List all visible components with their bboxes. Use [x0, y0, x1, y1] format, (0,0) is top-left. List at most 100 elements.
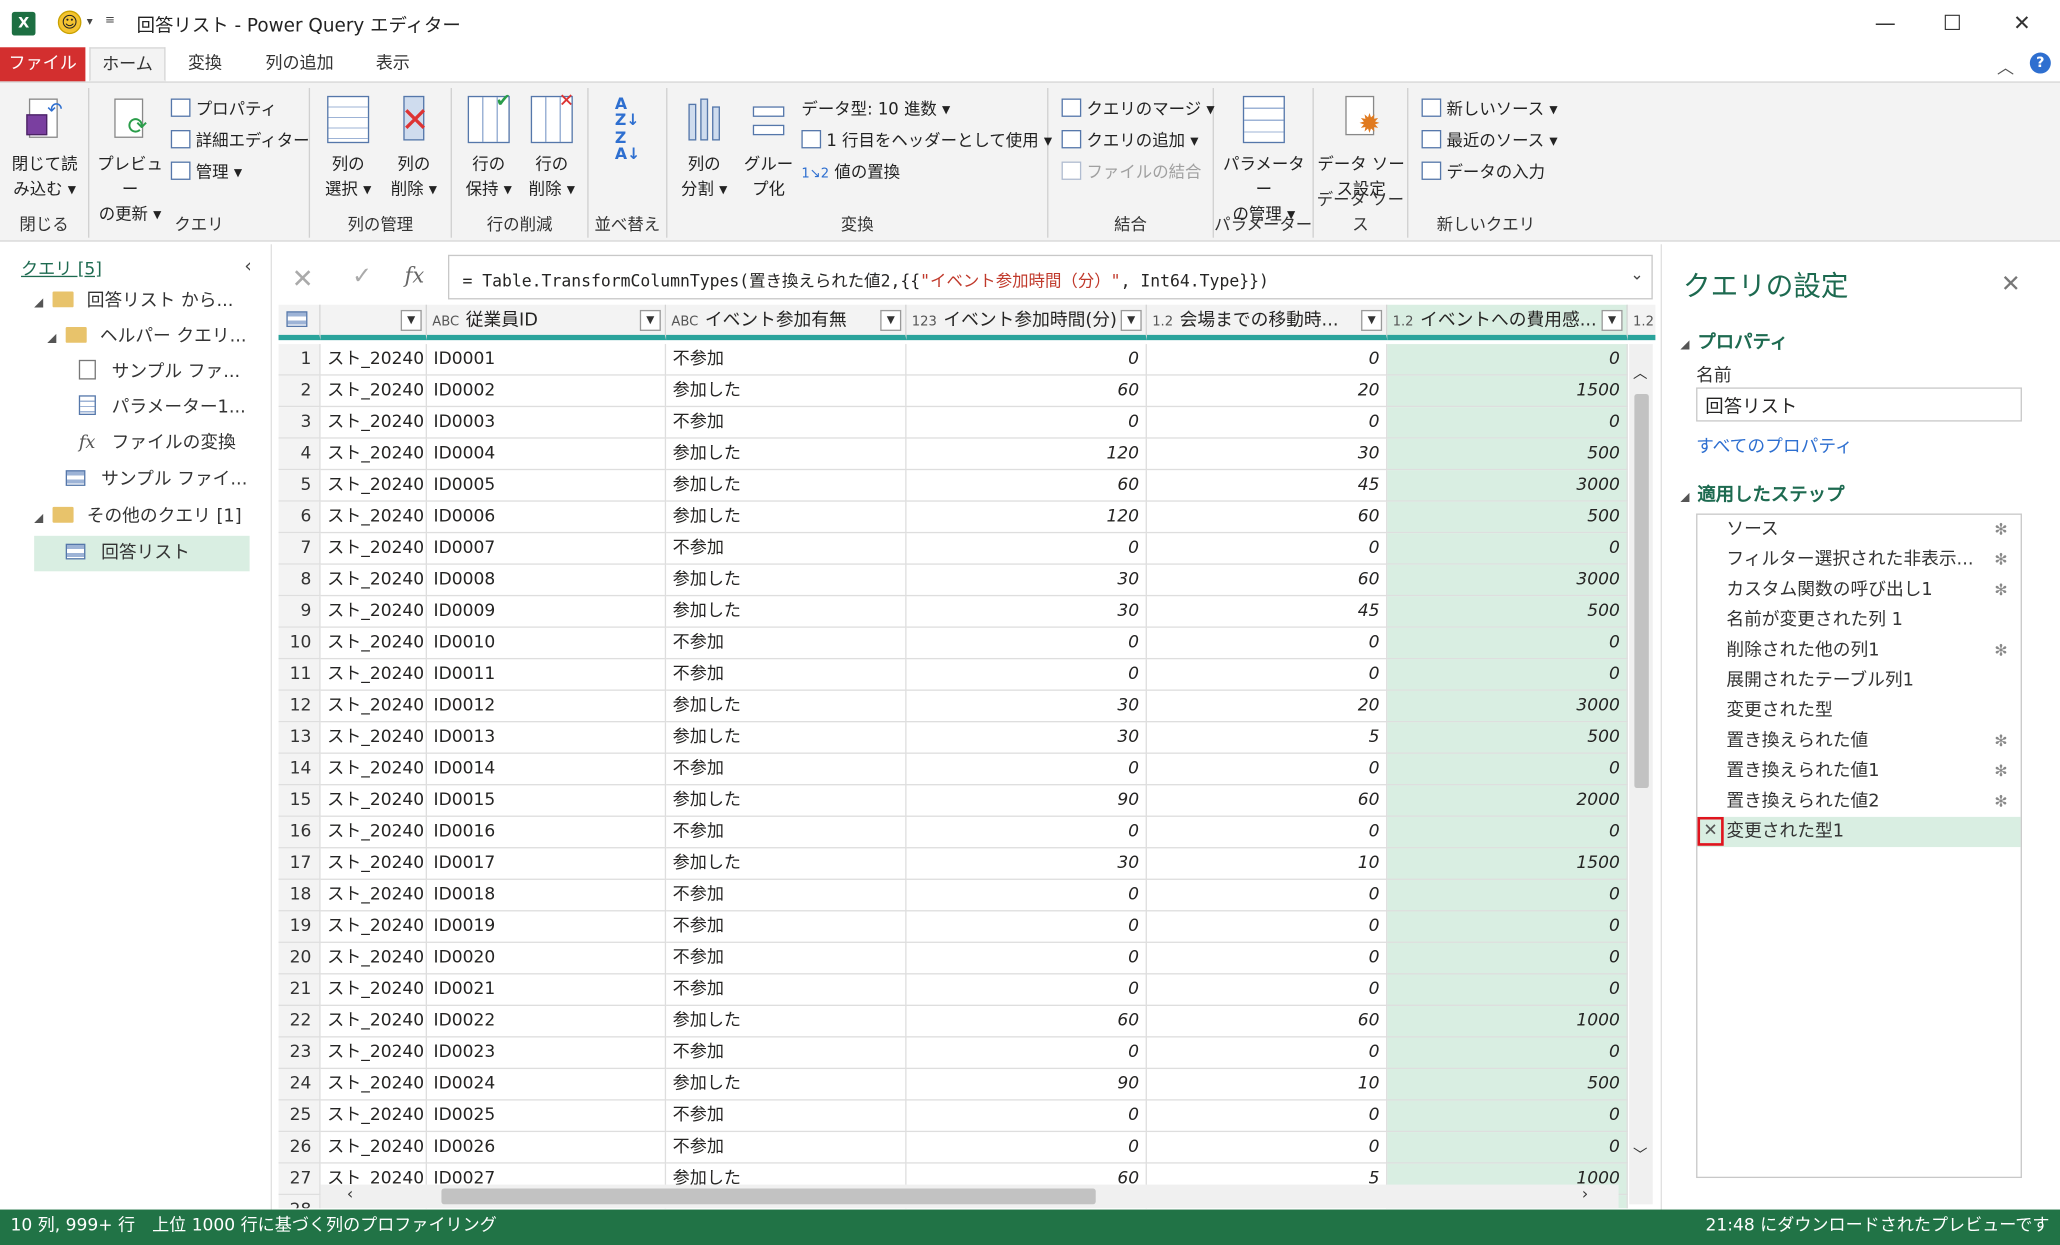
- table-row[interactable]: 1スト_20240...ID0001不参加000: [278, 344, 1632, 376]
- table-cell[interactable]: スト_20240...: [320, 911, 427, 943]
- qat-dropdown-icon[interactable]: ▾: [87, 16, 93, 29]
- table-cell[interactable]: スト_20240...: [320, 1005, 427, 1038]
- column-header[interactable]: 1.2 イベントへの費用感... ▼: [1387, 304, 1628, 341]
- vertical-scroll-thumb[interactable]: [1634, 393, 1649, 788]
- table-cell[interactable]: 1500: [1387, 375, 1628, 408]
- table-cell[interactable]: ID0001: [426, 344, 667, 376]
- split-column-button[interactable]: 列の 分割 ▾: [673, 93, 736, 201]
- step-settings-gear-icon[interactable]: ✻: [1994, 521, 2010, 537]
- remove-rows-button[interactable]: ✕ 行の 削除 ▾: [520, 91, 583, 201]
- table-cell[interactable]: スト_20240...: [320, 974, 427, 1006]
- table-cell[interactable]: 60: [906, 470, 1147, 502]
- table-cell[interactable]: 不参加: [666, 407, 907, 439]
- table-cell[interactable]: 不参加: [666, 753, 907, 786]
- table-cell[interactable]: スト_20240...: [320, 659, 427, 691]
- table-cell[interactable]: 0: [906, 659, 1147, 691]
- applied-step[interactable]: ソース ✻: [1697, 515, 2020, 545]
- table-cell[interactable]: 0: [1387, 879, 1628, 912]
- table-cell[interactable]: スト_20240...: [320, 848, 427, 880]
- append-queries-button[interactable]: クエリの追加 ▾: [1061, 127, 1199, 153]
- table-cell[interactable]: 0: [1146, 942, 1388, 975]
- table-cell[interactable]: ID0009: [426, 596, 667, 628]
- applied-step[interactable]: 名前が変更された列 1: [1697, 605, 2020, 635]
- table-cell[interactable]: 30: [906, 596, 1147, 628]
- applied-step[interactable]: フィルター選択された非表示... ✻: [1697, 545, 2020, 575]
- table-cell[interactable]: 0: [906, 942, 1147, 975]
- table-cell[interactable]: 30: [1146, 438, 1388, 471]
- table-cell[interactable]: 60: [906, 375, 1147, 408]
- table-cell[interactable]: 不参加: [666, 344, 907, 376]
- table-cell[interactable]: 参加した: [666, 785, 907, 817]
- table-row[interactable]: 25スト_20240...ID0025不参加000: [278, 1100, 1632, 1133]
- tab-transform[interactable]: 変換: [173, 47, 236, 81]
- table-cell[interactable]: 60: [1146, 564, 1388, 597]
- table-cell[interactable]: スト_20240...: [320, 375, 427, 408]
- close-and-load-button[interactable]: ↶ 閉じて読 み込む ▾: [5, 93, 84, 201]
- table-cell[interactable]: スト_20240...: [320, 533, 427, 565]
- table-cell[interactable]: 0: [906, 533, 1147, 565]
- manage-parameters-button[interactable]: パラメーター の管理 ▾: [1217, 93, 1312, 226]
- table-row[interactable]: 11スト_20240...ID0011不参加000: [278, 659, 1632, 691]
- table-cell[interactable]: 0: [1146, 659, 1388, 691]
- table-cell[interactable]: ID0008: [426, 564, 667, 597]
- row-number[interactable]: 20: [278, 942, 321, 975]
- table-row[interactable]: 16スト_20240...ID0016不参加000: [278, 816, 1632, 849]
- function-insert-icon[interactable]: fx: [405, 263, 425, 288]
- table-row[interactable]: 19スト_20240...ID0019不参加000: [278, 911, 1632, 943]
- tab-file[interactable]: ファイル: [0, 47, 86, 82]
- table-cell[interactable]: 不参加: [666, 816, 907, 849]
- column-header[interactable]: ABC 従業員ID ▼: [426, 304, 667, 341]
- qat-customize-icon[interactable]: ≡: [105, 14, 115, 27]
- table-cell[interactable]: 0: [906, 816, 1147, 849]
- table-cell[interactable]: スト_20240...: [320, 407, 427, 439]
- table-row[interactable]: 20スト_20240...ID0020不参加000: [278, 942, 1632, 975]
- enter-data-button[interactable]: データの入力: [1421, 159, 1545, 185]
- table-row[interactable]: 3スト_20240...ID0003不参加000: [278, 407, 1632, 439]
- data-type-dropdown[interactable]: データ型: 10 進数 ▾: [801, 96, 950, 122]
- applied-step[interactable]: カスタム関数の呼び出し1 ✻: [1697, 575, 2020, 605]
- table-cell[interactable]: スト_20240...: [320, 1100, 427, 1133]
- row-number[interactable]: 19: [278, 911, 321, 943]
- parameter-query[interactable]: パラメーター1...: [78, 391, 246, 423]
- table-cell[interactable]: 5: [1146, 722, 1388, 754]
- table-row[interactable]: 7スト_20240...ID0007不参加000: [278, 533, 1632, 565]
- table-cell[interactable]: 参加した: [666, 690, 907, 723]
- table-cell[interactable]: 不参加: [666, 942, 907, 975]
- table-cell[interactable]: 0: [1146, 627, 1388, 660]
- table-cell[interactable]: 30: [906, 722, 1147, 754]
- table-row[interactable]: 17スト_20240...ID0017参加した30101500: [278, 848, 1632, 880]
- table-cell[interactable]: 0: [906, 407, 1147, 439]
- table-cell[interactable]: 0: [906, 344, 1147, 376]
- all-properties-link[interactable]: すべてのプロパティ: [1696, 431, 1853, 457]
- table-cell[interactable]: 0: [1146, 879, 1388, 912]
- horizontal-scroll-thumb[interactable]: [441, 1188, 1096, 1205]
- table-cell[interactable]: ID0024: [426, 1069, 667, 1101]
- applied-step[interactable]: 変更された型1 ✕: [1697, 816, 2021, 848]
- row-number[interactable]: 11: [278, 659, 321, 691]
- row-number[interactable]: 17: [278, 848, 321, 880]
- row-number[interactable]: 25: [278, 1100, 321, 1133]
- sort-ascending-icon[interactable]: A Z↓: [615, 96, 640, 128]
- table-cell[interactable]: ID0014: [426, 753, 667, 786]
- scroll-up-icon[interactable]: ︿: [1633, 362, 1647, 383]
- new-source-button[interactable]: 新しいソース ▾: [1421, 96, 1558, 122]
- table-cell[interactable]: 2000: [1387, 785, 1628, 817]
- table-cell[interactable]: 不参加: [666, 974, 907, 1006]
- recent-sources-button[interactable]: 最近のソース ▾: [1421, 127, 1558, 153]
- table-cell[interactable]: 90: [906, 1069, 1147, 1101]
- table-cell[interactable]: ID0012: [426, 690, 667, 723]
- table-cell[interactable]: 参加した: [666, 1005, 907, 1038]
- table-row[interactable]: 23スト_20240...ID0023不参加000: [278, 1037, 1632, 1070]
- table-cell[interactable]: 30: [906, 848, 1147, 880]
- properties-section[interactable]: ◢ プロパティ: [1680, 328, 1788, 354]
- table-row[interactable]: 10スト_20240...ID0010不参加000: [278, 627, 1632, 660]
- help-icon[interactable]: ?: [2029, 52, 2051, 74]
- table-cell[interactable]: 0: [1146, 911, 1388, 943]
- table-cell[interactable]: 3000: [1387, 564, 1628, 597]
- table-cell[interactable]: 参加した: [666, 501, 907, 534]
- table-row[interactable]: 15スト_20240...ID0015参加した90602000: [278, 785, 1632, 817]
- row-number[interactable]: 15: [278, 785, 321, 817]
- scroll-right-icon[interactable]: ›: [1582, 1185, 1588, 1203]
- sample-file-query[interactable]: サンプル ファ...: [78, 356, 240, 388]
- table-menu-icon[interactable]: [278, 304, 321, 341]
